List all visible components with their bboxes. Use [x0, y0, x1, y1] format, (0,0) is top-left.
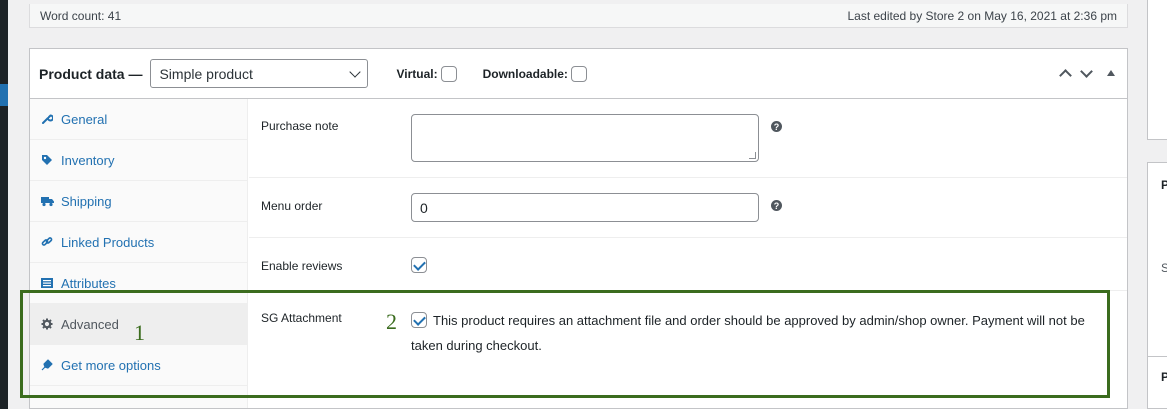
tab-label: Inventory [61, 152, 115, 168]
resize-grip-icon[interactable] [749, 152, 756, 159]
menu-order-value: 0 [420, 199, 428, 216]
downloadable-option: Downloadable: [482, 65, 587, 82]
tab-linked-products[interactable]: Linked Products [30, 222, 247, 263]
enable-reviews-label: Enable reviews [261, 259, 343, 273]
enable-reviews-checkbox[interactable] [411, 257, 427, 273]
product-type-value: Simple product [159, 65, 253, 82]
right-box-text-fragment: S [1161, 261, 1167, 275]
admin-menu-current-indicator [0, 84, 8, 106]
downloadable-checkbox[interactable] [570, 65, 587, 82]
annotation-highlight-box [20, 290, 1110, 398]
right-sidebar-box-top [1147, 0, 1167, 140]
tab-inventory[interactable]: Inventory [30, 140, 247, 181]
box-controls [1059, 64, 1115, 82]
admin-sidebar-edge [0, 0, 8, 409]
product-data-title: Product data — [39, 65, 143, 82]
move-down-icon[interactable] [1080, 64, 1093, 78]
product-type-select[interactable]: Simple product [150, 59, 369, 88]
menu-order-label: Menu order [261, 199, 323, 213]
tab-shipping[interactable]: Shipping [30, 181, 247, 222]
move-up-icon[interactable] [1059, 69, 1072, 82]
annotation-number-1: 1 [134, 320, 145, 345]
purchase-note-textarea[interactable] [411, 114, 759, 162]
purchase-note-row: Purchase note ? [249, 99, 1127, 178]
tab-label: General [61, 111, 108, 127]
downloadable-label: Downloadable: [482, 66, 568, 81]
menu-order-row: Menu order 0 ? [249, 178, 1127, 238]
word-count-bar: Word count: 41 Last edited by Store 2 on… [29, 4, 1128, 28]
right-box-heading-fragment: P [1161, 370, 1167, 384]
collapse-toggle-icon[interactable] [1107, 70, 1115, 76]
truck-icon [40, 194, 54, 208]
menu-order-input[interactable]: 0 [411, 193, 759, 222]
word-count: Word count: 41 [40, 8, 122, 23]
tab-label: Attributes [61, 275, 116, 291]
annotation-number-2: 2 [386, 309, 397, 334]
virtual-label: Virtual: [396, 66, 438, 81]
tab-label: Shipping [61, 193, 112, 209]
help-icon[interactable]: ? [771, 200, 782, 211]
product-data-header: Product data — Simple product Virtual: D… [30, 49, 1127, 99]
tag-icon [40, 153, 54, 167]
link-icon [40, 235, 54, 249]
purchase-note-label: Purchase note [261, 119, 339, 133]
last-edited: Last edited by Store 2 on May 16, 2021 a… [847, 8, 1117, 23]
list-icon [40, 276, 54, 290]
enable-reviews-row: Enable reviews [249, 238, 1127, 291]
help-icon[interactable]: ? [771, 121, 782, 132]
wrench-icon [40, 112, 54, 126]
tab-label: Linked Products [61, 234, 155, 250]
virtual-checkbox[interactable] [440, 65, 457, 82]
right-sidebar-box-bottom: P [1147, 356, 1167, 409]
chevron-down-icon [349, 65, 362, 78]
right-box-heading-fragment: P [1161, 178, 1167, 192]
virtual-option: Virtual: [396, 65, 457, 82]
tab-general[interactable]: General [30, 99, 247, 140]
